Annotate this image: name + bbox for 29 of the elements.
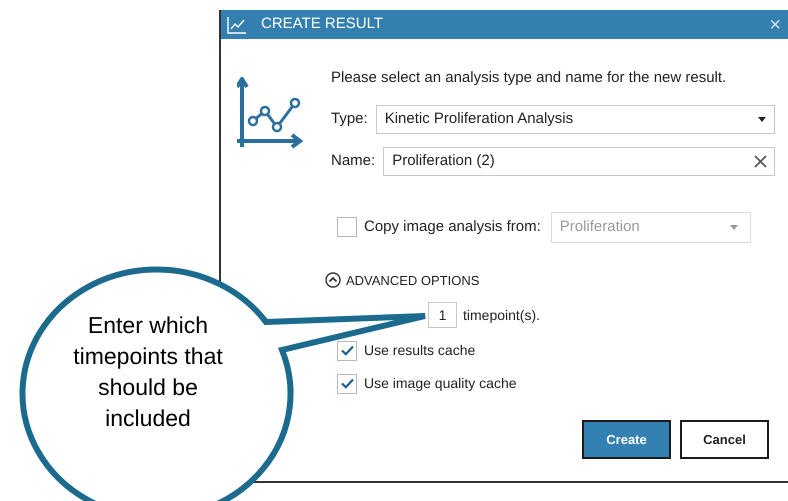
type-dropdown[interactable]: Kinetic Proliferation Analysis: [376, 104, 775, 134]
window-title: CREATE RESULT: [261, 14, 383, 34]
line-chart-icon: [227, 16, 247, 34]
type-value: Kinetic Proliferation Analysis: [384, 108, 574, 129]
copy-analysis-label: Copy image analysis from:: [364, 216, 541, 237]
checkmark-icon: [340, 345, 354, 356]
checkbox[interactable]: [337, 340, 357, 360]
caret-icon: [758, 116, 766, 122]
cancel-button[interactable]: Cancel: [680, 420, 769, 459]
type-label: Type:: [331, 108, 368, 129]
name-label: Name:: [331, 150, 376, 171]
analysis-value: Proliferation: [560, 216, 640, 237]
line-chart-icon: [237, 77, 303, 149]
timepoint-label: timepoint(s).: [463, 306, 540, 325]
caret-icon: [730, 224, 738, 230]
timepoint-field[interactable]: 1: [428, 302, 457, 328]
checkmark-icon: [340, 378, 354, 389]
callout-text: Enter which timepoints that should be included: [72, 311, 224, 433]
checkbox[interactable]: [337, 374, 357, 394]
advanced-options-toggle[interactable]: ADVANCED OPTIONS: [325, 270, 775, 290]
option-label: Use image quality cache: [364, 374, 517, 393]
timepoint-value: 1: [438, 306, 446, 324]
name-field[interactable]: Proliferation (2): [383, 146, 775, 176]
name-value: Proliferation (2): [392, 150, 495, 171]
option-label: Use results cache: [364, 341, 476, 360]
create-button[interactable]: Create: [582, 420, 671, 459]
intro-text: Please select an analysis type and name for the new result.: [331, 68, 728, 88]
clear-icon[interactable]: [754, 154, 767, 168]
chevron-up-icon: [325, 272, 341, 288]
